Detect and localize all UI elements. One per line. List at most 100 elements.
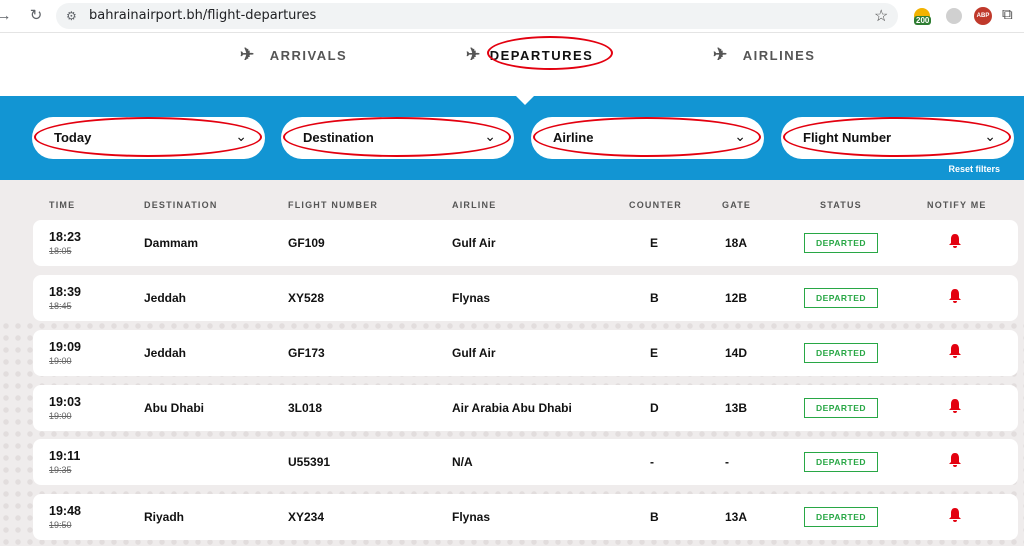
scheduled-time: 19:00	[49, 356, 72, 366]
adblock-icon[interactable]: ABP	[974, 7, 992, 25]
flight-number: XY528	[288, 291, 325, 305]
flight-row[interactable]: 19:48 19:50 Riyadh XY234 Flynas B 13A DE…	[33, 494, 1018, 540]
active-tab-notch	[515, 95, 535, 105]
gate: -	[725, 455, 729, 469]
destination: Jeddah	[144, 346, 187, 360]
flight-tabs: ✈ ARRIVALS ✈ DEPARTURES ✈ AIRLINES	[0, 34, 1024, 96]
extension-badge: 200	[914, 16, 932, 25]
actual-time: 18:23	[49, 230, 81, 244]
actual-time: 19:03	[49, 395, 81, 409]
flight-row[interactable]: 19:03 19:00 Abu Dhabi 3L018 Air Arabia A…	[33, 385, 1018, 431]
status-badge: DEPARTED	[804, 507, 878, 527]
airline: N/A	[452, 455, 473, 469]
destination-select-label: Destination	[303, 130, 374, 145]
date-select[interactable]: Today ⌄	[32, 117, 265, 159]
reload-icon[interactable]: ↻	[26, 6, 46, 26]
chevron-down-icon: ⌄	[984, 128, 996, 144]
header-notify: NOTIFY ME	[927, 200, 987, 210]
gate: 13A	[725, 510, 748, 524]
takeoff-plane-icon: ✈	[466, 45, 482, 64]
bookmark-star-icon[interactable]: ☆	[874, 6, 888, 26]
tab-departures-label: DEPARTURES	[489, 47, 594, 63]
airline-select-label: Airline	[553, 130, 594, 145]
flight-row[interactable]: 18:23 18:05 Dammam GF109 Gulf Air E 18A …	[33, 220, 1018, 266]
gate: 12B	[725, 291, 748, 305]
actual-time: 19:11	[49, 449, 81, 463]
airline: Air Arabia Abu Dhabi	[452, 401, 572, 415]
tab-departures[interactable]: ✈ DEPARTURES	[466, 45, 593, 65]
destination: Dammam	[144, 236, 199, 250]
chevron-down-icon: ⌄	[235, 128, 247, 144]
actual-time: 18:39	[49, 285, 81, 299]
status-badge: DEPARTED	[804, 343, 878, 363]
status-badge: DEPARTED	[804, 288, 878, 308]
header-gate: GATE	[722, 200, 752, 210]
airline-select[interactable]: Airline ⌄	[531, 117, 764, 159]
extensions-puzzle-icon[interactable]: ⧉	[1002, 6, 1013, 23]
notify-bell-icon[interactable]	[948, 507, 962, 523]
scheduled-time: 18:05	[49, 246, 72, 256]
reset-filters-link[interactable]: Reset filters	[948, 164, 1000, 174]
flight-number-select-label: Flight Number	[803, 130, 892, 145]
flight-row[interactable]: 19:09 19:00 Jeddah GF173 Gulf Air E 14D …	[33, 330, 1018, 376]
scheduled-time: 19:50	[49, 520, 72, 530]
destination-select[interactable]: Destination ⌄	[281, 117, 514, 159]
notify-bell-icon[interactable]	[948, 398, 962, 414]
counter: D	[650, 401, 659, 415]
counter: -	[650, 455, 654, 469]
counter: B	[650, 510, 659, 524]
scheduled-time: 19:00	[49, 411, 72, 421]
address-bar[interactable]: ⚙ bahrainairport.bh/flight-departures ☆	[56, 3, 898, 29]
flight-number: GF173	[288, 346, 325, 360]
notify-bell-icon[interactable]	[948, 343, 962, 359]
airline: Gulf Air	[452, 346, 496, 360]
flight-number: XY234	[288, 510, 325, 524]
tab-arrivals[interactable]: ✈ ARRIVALS	[240, 45, 347, 65]
tab-airlines-label: AIRLINES	[742, 47, 816, 63]
scheduled-time: 18:45	[49, 301, 72, 311]
header-airline: AIRLINE	[452, 200, 497, 210]
filter-bar: Today ⌄ Destination ⌄ Airline ⌄ Flight N…	[0, 96, 1024, 180]
notify-bell-icon[interactable]	[948, 288, 962, 304]
counter: B	[650, 291, 659, 305]
header-flight-number: FLIGHT NUMBER	[288, 200, 379, 210]
status-badge: DEPARTED	[804, 398, 878, 418]
flight-number: GF109	[288, 236, 325, 250]
gate: 14D	[725, 346, 748, 360]
counter: E	[650, 236, 659, 250]
site-info-icon[interactable]: ⚙	[66, 8, 82, 24]
destination: Jeddah	[144, 291, 187, 305]
destination: Abu Dhabi	[144, 401, 204, 415]
chevron-down-icon: ⌄	[484, 128, 496, 144]
header-status: STATUS	[820, 200, 862, 210]
flight-row[interactable]: 19:11 19:35 U55391 N/A - - DEPARTED	[33, 439, 1018, 485]
flight-number: 3L018	[288, 401, 323, 415]
counter: E	[650, 346, 659, 360]
tab-airlines[interactable]: ✈ AIRLINES	[713, 45, 815, 65]
extension-icon-gray[interactable]	[946, 8, 962, 24]
destination: Riyadh	[144, 510, 185, 524]
header-counter: COUNTER	[629, 200, 682, 210]
tab-arrivals-label: ARRIVALS	[269, 47, 348, 63]
actual-time: 19:48	[49, 504, 81, 518]
flight-list: TIME DESTINATION FLIGHT NUMBER AIRLINE C…	[0, 180, 1024, 546]
scheduled-time: 19:35	[49, 465, 72, 475]
url-text: bahrainairport.bh/flight-departures	[89, 8, 317, 23]
gate: 18A	[725, 236, 748, 250]
actual-time: 19:09	[49, 340, 81, 354]
forward-icon[interactable]: →	[0, 6, 14, 26]
date-select-label: Today	[54, 130, 92, 145]
airline: Flynas	[452, 510, 491, 524]
notify-bell-icon[interactable]	[948, 452, 962, 468]
status-badge: DEPARTED	[804, 452, 878, 472]
flight-row[interactable]: 18:39 18:45 Jeddah XY528 Flynas B 12B DE…	[33, 275, 1018, 321]
flight-number-select[interactable]: Flight Number ⌄	[781, 117, 1014, 159]
flight-number: U55391	[288, 455, 331, 469]
gate: 13B	[725, 401, 748, 415]
header-time: TIME	[49, 200, 76, 210]
status-badge: DEPARTED	[804, 233, 878, 253]
airline: Flynas	[452, 291, 491, 305]
notify-bell-icon[interactable]	[948, 233, 962, 249]
header-destination: DESTINATION	[144, 200, 218, 210]
airline: Gulf Air	[452, 236, 496, 250]
